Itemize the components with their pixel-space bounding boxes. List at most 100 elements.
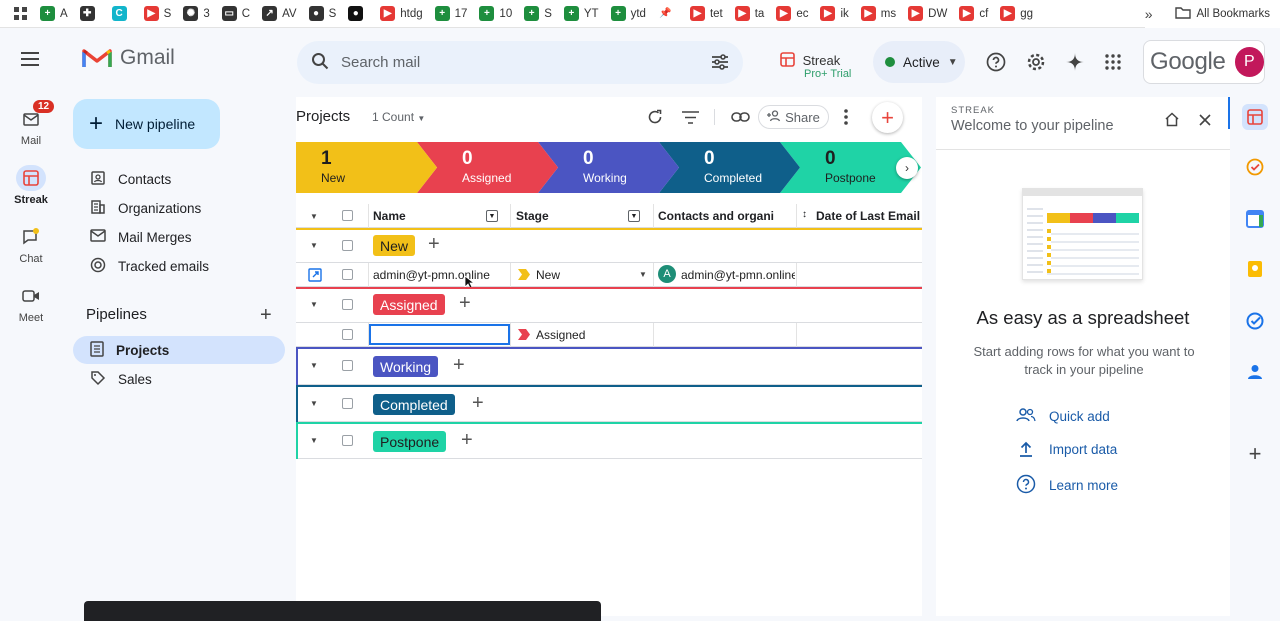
bookmark-item[interactable]: + YT (558, 3, 605, 25)
all-bookmarks-link[interactable]: All Bookmarks (1197, 8, 1271, 20)
group-assigned-add-button[interactable]: + (459, 292, 471, 315)
refresh-icon[interactable] (645, 107, 665, 127)
group-completed-add-button[interactable]: + (472, 392, 484, 415)
group-postpone-checkbox[interactable] (342, 435, 353, 446)
filter-icon[interactable] (680, 107, 700, 127)
row-name-cell[interactable]: admin@yt-pmn.online (373, 268, 506, 282)
count-dropdown[interactable]: 1 Count ▼ (372, 110, 425, 124)
apps-grid-icon[interactable] (1102, 51, 1124, 73)
new-pipeline-button[interactable]: + New pipeline (73, 99, 220, 149)
nav-contacts[interactable]: Contacts (73, 165, 285, 193)
group-postpone-add-button[interactable]: + (461, 429, 473, 452)
column-stage[interactable]: Stage (516, 209, 549, 223)
close-icon[interactable] (1199, 114, 1211, 129)
group-working-checkbox[interactable] (342, 360, 353, 371)
home-icon[interactable] (1164, 112, 1180, 130)
keep-bulb-icon[interactable] (1242, 256, 1268, 282)
group-assigned-collapse-icon[interactable]: ▼ (310, 300, 318, 309)
bookmark-item[interactable]: ✚ (74, 3, 106, 25)
row-name-input[interactable] (369, 324, 510, 345)
row-checkbox[interactable] (342, 329, 353, 340)
group-assigned-checkbox[interactable] (342, 299, 353, 310)
rail-meet[interactable]: Meet (0, 283, 62, 324)
stage-working[interactable]: 0 Working (558, 142, 627, 193)
group-completed-collapse-icon[interactable]: ▼ (310, 399, 318, 408)
bookmark-item[interactable]: +10 (473, 3, 518, 25)
stage-assigned[interactable]: 0 Assigned (437, 142, 511, 193)
stage-postpone[interactable]: 0 Postpone (800, 142, 876, 193)
bookmark-item[interactable]: + A (34, 3, 74, 25)
bookmark-item[interactable]: ▶ ta (729, 3, 771, 25)
nav-mail-merges[interactable]: Mail Merges (73, 223, 285, 251)
search-options-icon[interactable] (711, 53, 729, 75)
rail-mail[interactable]: 12 Mail (0, 100, 62, 147)
row-checkbox[interactable] (342, 269, 353, 280)
group-working-collapse-icon[interactable]: ▼ (310, 361, 318, 370)
bookmarks-more-button[interactable]: » (1145, 6, 1153, 22)
tasks-check-icon[interactable] (1242, 154, 1268, 180)
rail-streak[interactable]: Streak (0, 165, 62, 206)
more-vert-icon[interactable] (836, 107, 856, 127)
column-contacts[interactable]: Contacts and organizations (658, 209, 774, 223)
bookmark-item[interactable]: ✺ 3 (177, 3, 215, 25)
pipeline-sales[interactable]: Sales (73, 365, 285, 393)
column-name-menu-icon[interactable]: ▼ (486, 210, 498, 222)
group-new-collapse-icon[interactable]: ▼ (310, 241, 318, 250)
collapse-all-caret-icon[interactable]: ▼ (310, 212, 318, 221)
add-addon-plus-icon[interactable]: + (1242, 441, 1268, 467)
column-name[interactable]: Name (373, 209, 406, 223)
bookmark-item[interactable]: ▶ ik (814, 3, 854, 25)
stage-completed[interactable]: 0 Completed (679, 142, 762, 193)
streak-addon-icon[interactable] (1242, 104, 1268, 130)
pipeline-projects[interactable]: Projects (73, 336, 285, 364)
open-box-icon[interactable] (308, 268, 322, 285)
stages-scroll-right-button[interactable]: › (896, 157, 918, 179)
bookmark-item[interactable]: + ytd (605, 3, 652, 25)
bookmark-item[interactable]: ▶ tet (684, 3, 729, 25)
quick-add-link[interactable]: Quick add (1016, 408, 1110, 425)
bookmark-item[interactable]: C (106, 3, 138, 25)
bookmark-item[interactable]: ▭ C (216, 3, 256, 25)
search-icon[interactable] (311, 52, 329, 74)
bookmark-item[interactable]: ▶ ec (770, 3, 814, 25)
nav-tracked-emails[interactable]: Tracked emails (73, 252, 285, 280)
stage-new[interactable]: 1 New (296, 142, 345, 193)
group-postpone-collapse-icon[interactable]: ▼ (310, 436, 318, 445)
link-icon[interactable] (730, 107, 750, 127)
status-dropdown[interactable]: Active ▼ (873, 41, 965, 83)
import-data-link[interactable]: Import data (1016, 441, 1117, 457)
bookmark-item[interactable]: +17 (429, 3, 474, 25)
gemini-sparkle-icon[interactable] (1064, 51, 1086, 73)
bookmark-item[interactable]: ▶ S (138, 3, 178, 25)
bookmark-item[interactable]: + S (518, 3, 558, 25)
table-row[interactable]: admin@yt-pmn.online New ▼ A admin@yt-pmn… (296, 263, 922, 289)
add-pipeline-button[interactable]: + (260, 304, 272, 327)
bookmark-item[interactable]: ▶ htdg (374, 3, 428, 25)
share-button[interactable]: Share (758, 105, 829, 129)
help-icon[interactable] (985, 51, 1007, 73)
column-date-last-email[interactable]: ↕ Date of Last Email (802, 209, 920, 223)
stage-dropdown-icon[interactable]: ▼ (639, 270, 647, 279)
main-menu-button[interactable] (21, 52, 41, 72)
group-working-add-button[interactable]: + (453, 354, 465, 377)
bookmark-item[interactable]: 📌 (652, 3, 684, 25)
contacts-person-icon[interactable] (1242, 359, 1268, 385)
apps-grid-icon[interactable] (8, 3, 34, 25)
row-stage-cell[interactable]: New (536, 268, 560, 282)
add-box-button[interactable]: + (872, 102, 903, 133)
google-account-button[interactable]: Google P (1143, 40, 1265, 84)
bookmark-item[interactable]: ● (342, 3, 374, 25)
rail-chat[interactable]: Chat (0, 224, 62, 265)
bookmark-item[interactable]: ▶ cf (953, 3, 994, 25)
table-row[interactable]: Assigned (296, 323, 922, 347)
group-new-add-button[interactable]: + (428, 233, 440, 256)
streak-brand[interactable]: Streak Pro+ Trial (780, 52, 851, 80)
row-contact-cell[interactable]: admin@yt-pmn.online (681, 268, 795, 282)
learn-more-link[interactable]: Learn more (1016, 474, 1118, 497)
group-completed-checkbox[interactable] (342, 398, 353, 409)
bookmark-item[interactable]: ▶ ms (855, 3, 902, 25)
search-bar[interactable]: Search mail (297, 41, 743, 84)
calendar-icon[interactable] (1242, 206, 1268, 232)
bookmark-item[interactable]: ▶ gg (994, 3, 1039, 25)
bookmark-item[interactable]: ▶ DW (902, 3, 953, 25)
